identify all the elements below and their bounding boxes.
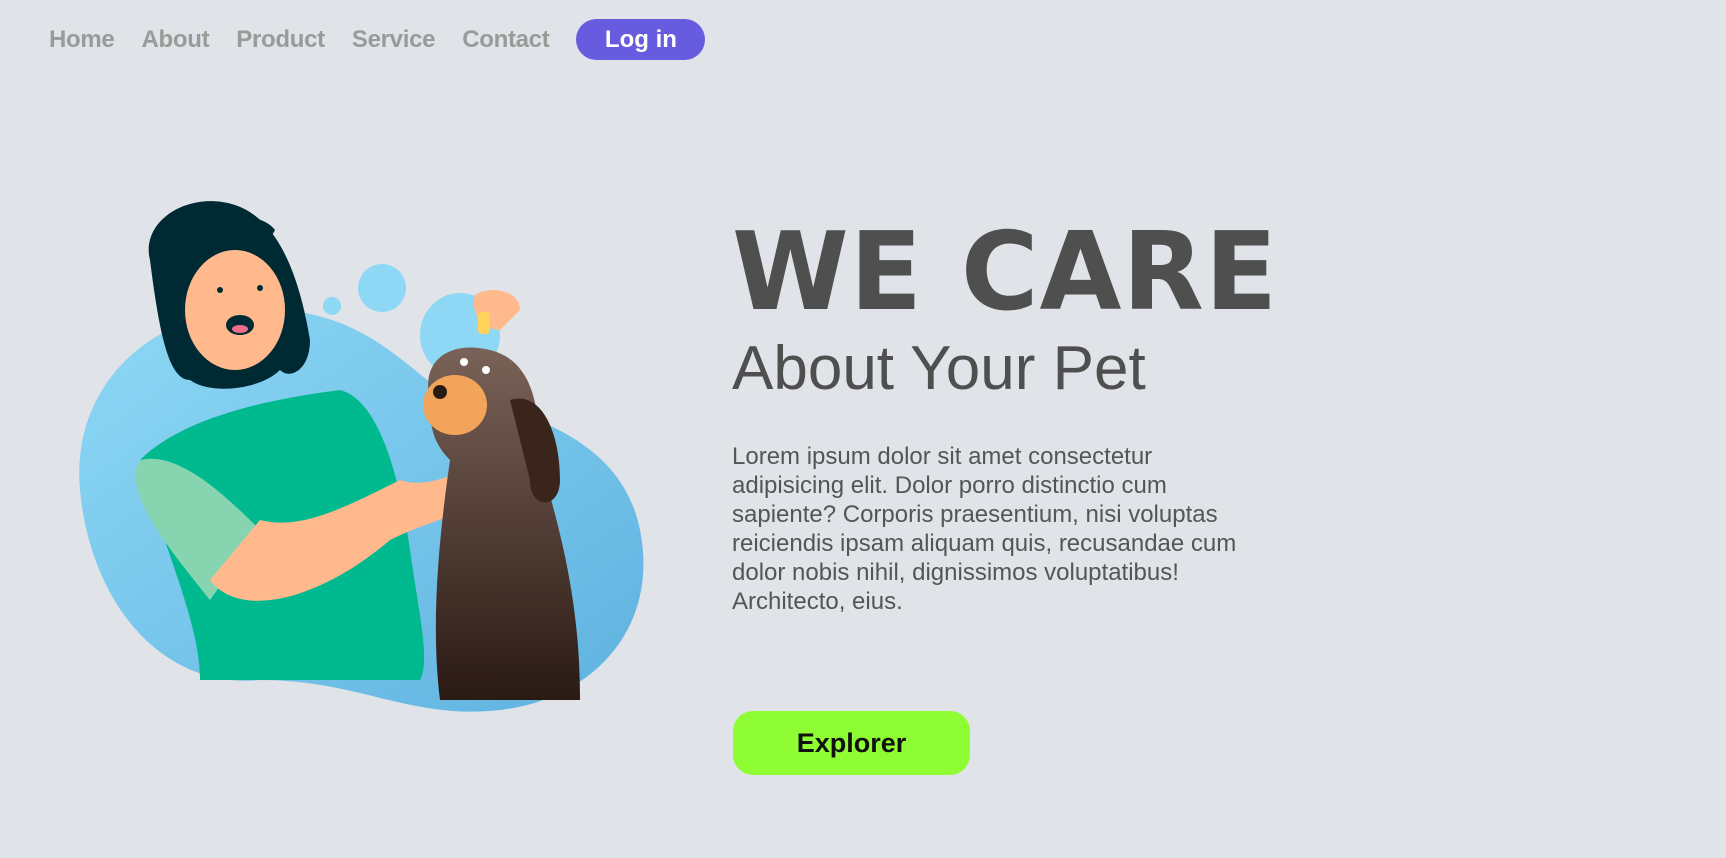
nav-service[interactable]: Service [352, 26, 436, 54]
nav-home[interactable]: Home [49, 26, 115, 54]
nav-contact[interactable]: Contact [462, 26, 550, 54]
login-button[interactable]: Log in [576, 19, 706, 60]
hero-section: WE CARE About Your Pet Lorem ipsum dolor… [732, 218, 1292, 616]
vet-with-dog-illustration [79, 201, 644, 712]
nav-about[interactable]: About [141, 26, 209, 54]
explorer-button[interactable]: Explorer [733, 711, 970, 775]
hero-title: WE CARE [732, 210, 1279, 335]
hero-description: Lorem ipsum dolor sit amet consectetur a… [732, 443, 1237, 615]
top-nav: Home About Product Service Contact Log i… [49, 19, 706, 60]
nav-product[interactable]: Product [236, 26, 325, 54]
hero-subtitle: About Your Pet [732, 334, 1146, 403]
